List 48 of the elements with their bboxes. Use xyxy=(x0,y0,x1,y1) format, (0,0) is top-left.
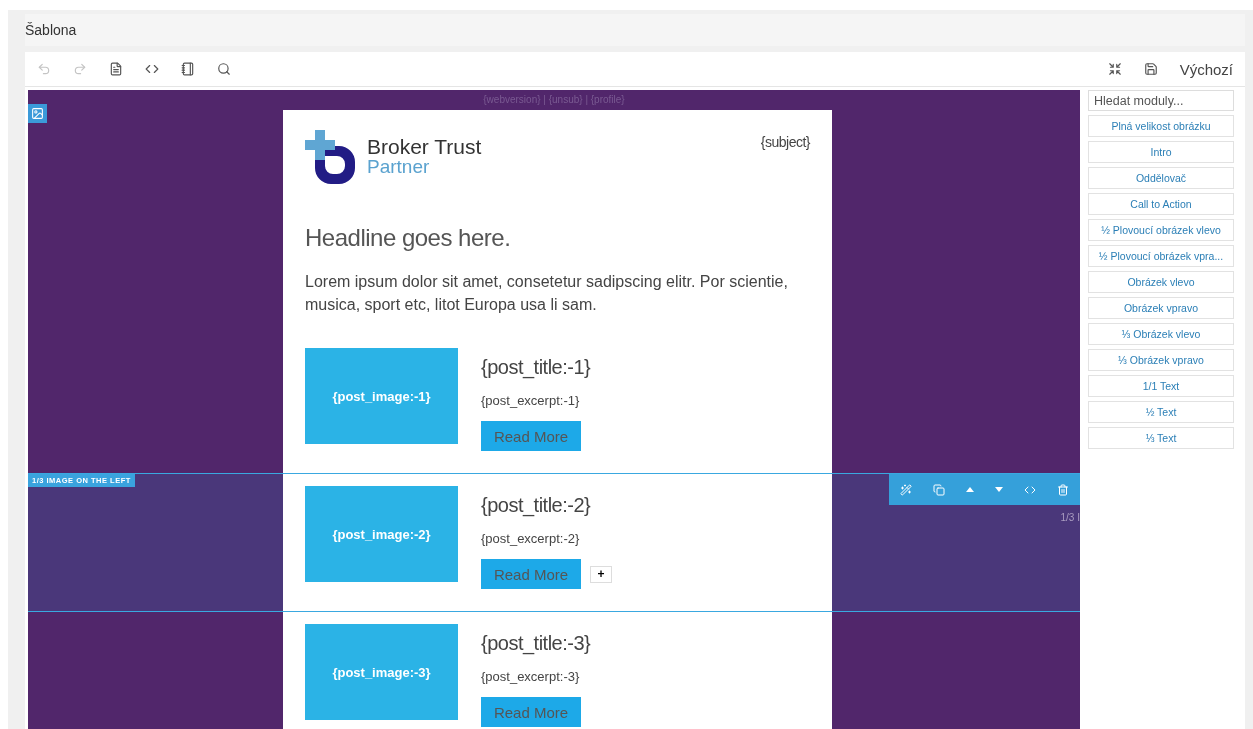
module-button[interactable]: 1/1 Text xyxy=(1088,375,1234,397)
module-button[interactable]: Obrázek vpravo xyxy=(1088,297,1234,319)
headline: Headline goes here. xyxy=(305,224,512,252)
post-excerpt: {post_excerpt:-2} xyxy=(481,531,580,546)
document-icon[interactable] xyxy=(109,62,123,76)
module-button[interactable]: ½ Text xyxy=(1088,401,1234,423)
wand-icon[interactable] xyxy=(899,483,912,496)
delete-icon[interactable] xyxy=(1057,483,1070,496)
read-more-button[interactable]: Read More xyxy=(481,421,581,451)
fullscreen-icon[interactable] xyxy=(1107,62,1122,76)
module-search-field[interactable]: Hledat moduly... xyxy=(1088,90,1234,111)
module-button[interactable]: Oddělovač xyxy=(1088,167,1234,189)
module-button[interactable]: ⅓ Text xyxy=(1088,427,1234,449)
save-icon[interactable] xyxy=(1143,62,1158,76)
move-down-icon[interactable] xyxy=(995,487,1004,492)
theme-label[interactable]: Výchozí xyxy=(1179,60,1233,78)
module-button[interactable]: Intro xyxy=(1088,141,1234,163)
notebook-icon[interactable] xyxy=(181,62,195,76)
post-title: {post_title:-3} xyxy=(481,632,591,655)
module-button[interactable]: Call to Action xyxy=(1088,193,1234,215)
module-button[interactable]: ⅓ Obrázek vlevo xyxy=(1088,323,1234,345)
module-button[interactable]: Obrázek vlevo xyxy=(1088,271,1234,293)
search-icon[interactable] xyxy=(217,62,231,76)
move-up-icon[interactable] xyxy=(965,487,974,492)
panel-title: Šablona xyxy=(25,14,1245,46)
module-button[interactable]: ½ Plovoucí obrázek vpra... xyxy=(1088,245,1234,267)
read-more-button[interactable]: Read More xyxy=(481,559,581,589)
post-excerpt: {post_excerpt:-3} xyxy=(481,669,580,684)
post-title: {post_title:-2} xyxy=(481,494,591,517)
post-excerpt: {post_excerpt:-1} xyxy=(481,393,580,408)
module-button[interactable]: Plná velikost obrázku xyxy=(1088,115,1234,137)
post-image-tile: {post_image:-3} xyxy=(305,624,458,720)
post-image-tile: {post_image:-1} xyxy=(305,348,458,444)
add-button[interactable]: + xyxy=(590,565,612,583)
module-button[interactable]: ½ Plovoucí obrázek vlevo xyxy=(1088,219,1234,241)
image-icon[interactable] xyxy=(28,104,47,123)
code-icon[interactable] xyxy=(145,62,159,76)
post-image-tile: {post_image:-2} xyxy=(305,486,458,582)
intro-paragraph: Lorem ipsum dolor sit amet, consetetur sadipscing elitr. Por scientie, musica, sport etc, litot Europa usa li sam. xyxy=(305,272,789,315)
subject-tag: {subject} xyxy=(760,134,810,150)
logo-subtext: Partner xyxy=(367,157,431,177)
module-button[interactable]: ⅓ Obrázek vpravo xyxy=(1088,349,1234,371)
logo-text: Broker Trust xyxy=(367,137,482,157)
copy-icon[interactable] xyxy=(932,483,945,496)
module-side-text: 1/3 I xyxy=(1060,512,1080,523)
logo-icon xyxy=(305,130,357,184)
post-title: {post_title:-1} xyxy=(481,356,591,379)
read-more-button[interactable]: Read More xyxy=(481,697,581,727)
